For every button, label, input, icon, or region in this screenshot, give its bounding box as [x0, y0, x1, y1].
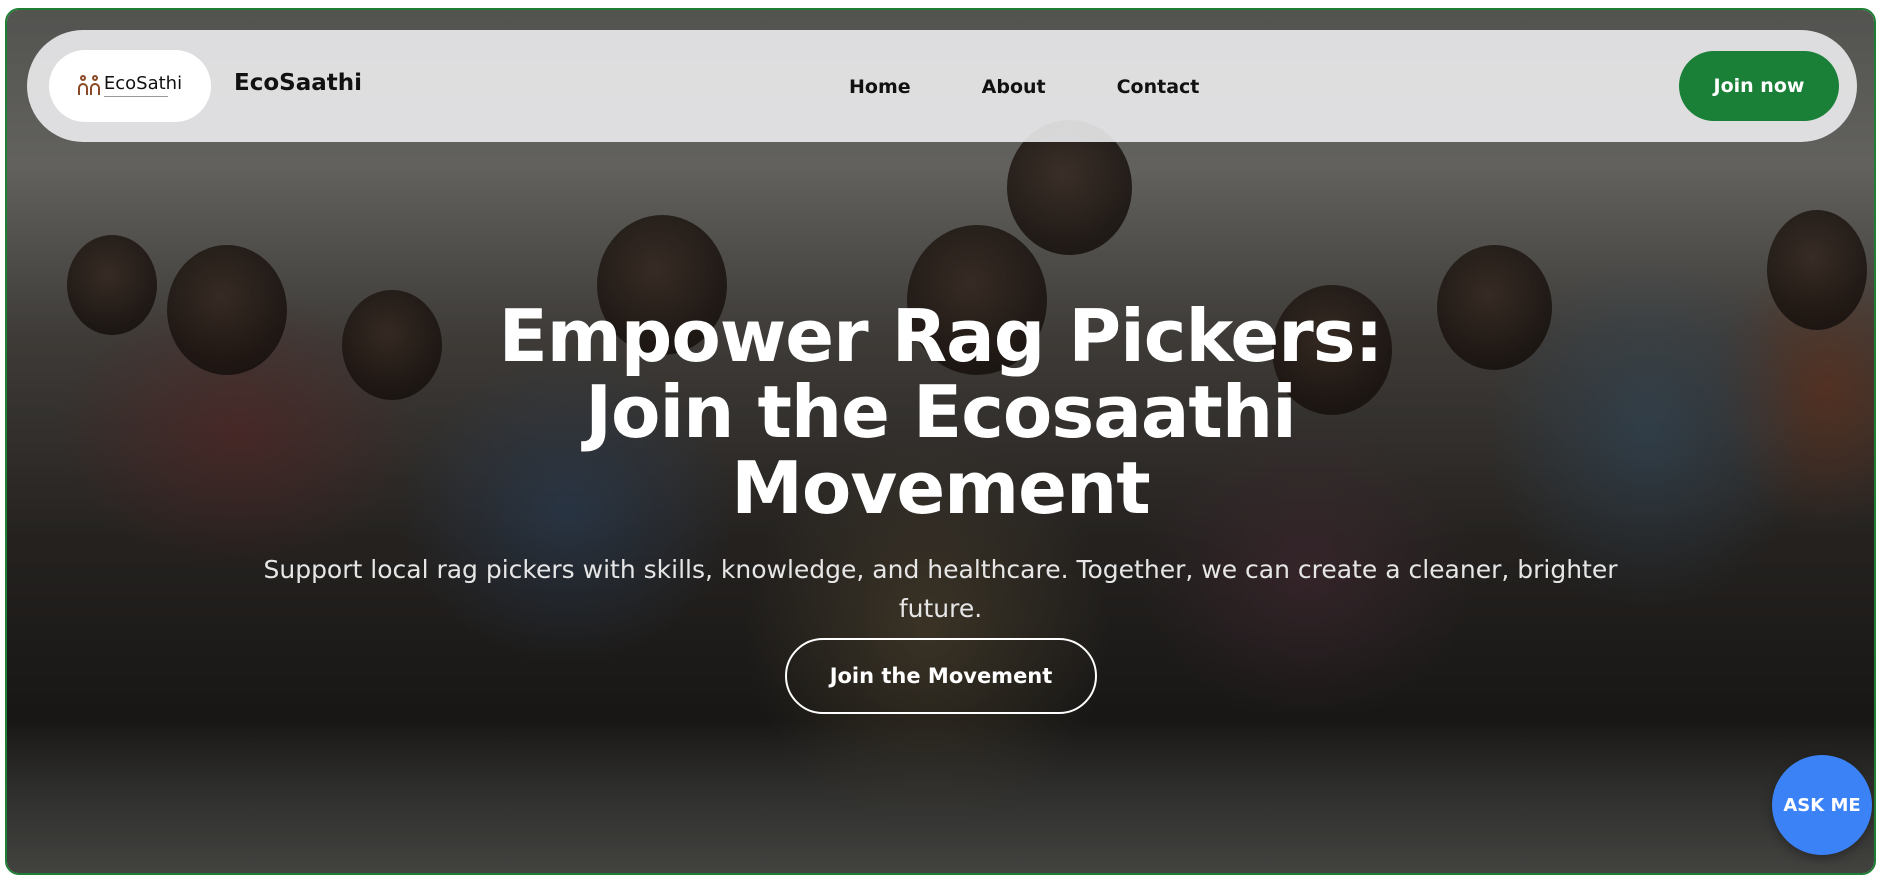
- hero-subtitle: Support local rag pickers with skills, k…: [263, 555, 1618, 623]
- join-movement-button[interactable]: Join the Movement: [785, 638, 1097, 714]
- nav-links: Home About Contact: [849, 76, 1199, 98]
- join-now-button[interactable]: Join now: [1679, 51, 1839, 121]
- nav-link-contact[interactable]: Contact: [1117, 76, 1200, 98]
- hero-title-line: Empower Rag Pickers:: [498, 294, 1384, 378]
- navbar: EcoSathi EcoSaathi Home About Contact Jo…: [27, 30, 1857, 142]
- hero-title-line: Movement: [731, 446, 1150, 530]
- people-logo-icon: [77, 75, 100, 97]
- brand-name: EcoSaathi: [234, 70, 363, 96]
- hero-title: Empower Rag Pickers: Join the Ecosaathi …: [7, 298, 1874, 526]
- logo-text: EcoSathi: [103, 73, 183, 94]
- nav-link-about[interactable]: About: [982, 76, 1046, 98]
- ask-me-chat-button[interactable]: ASK ME: [1772, 755, 1872, 855]
- logo[interactable]: EcoSathi: [49, 50, 211, 122]
- nav-link-home[interactable]: Home: [849, 76, 911, 98]
- page-frame: EcoSathi EcoSaathi Home About Contact Jo…: [5, 8, 1876, 875]
- hero-title-line: Join the Ecosaathi: [585, 370, 1297, 454]
- logo-tagline-rule: [103, 96, 168, 97]
